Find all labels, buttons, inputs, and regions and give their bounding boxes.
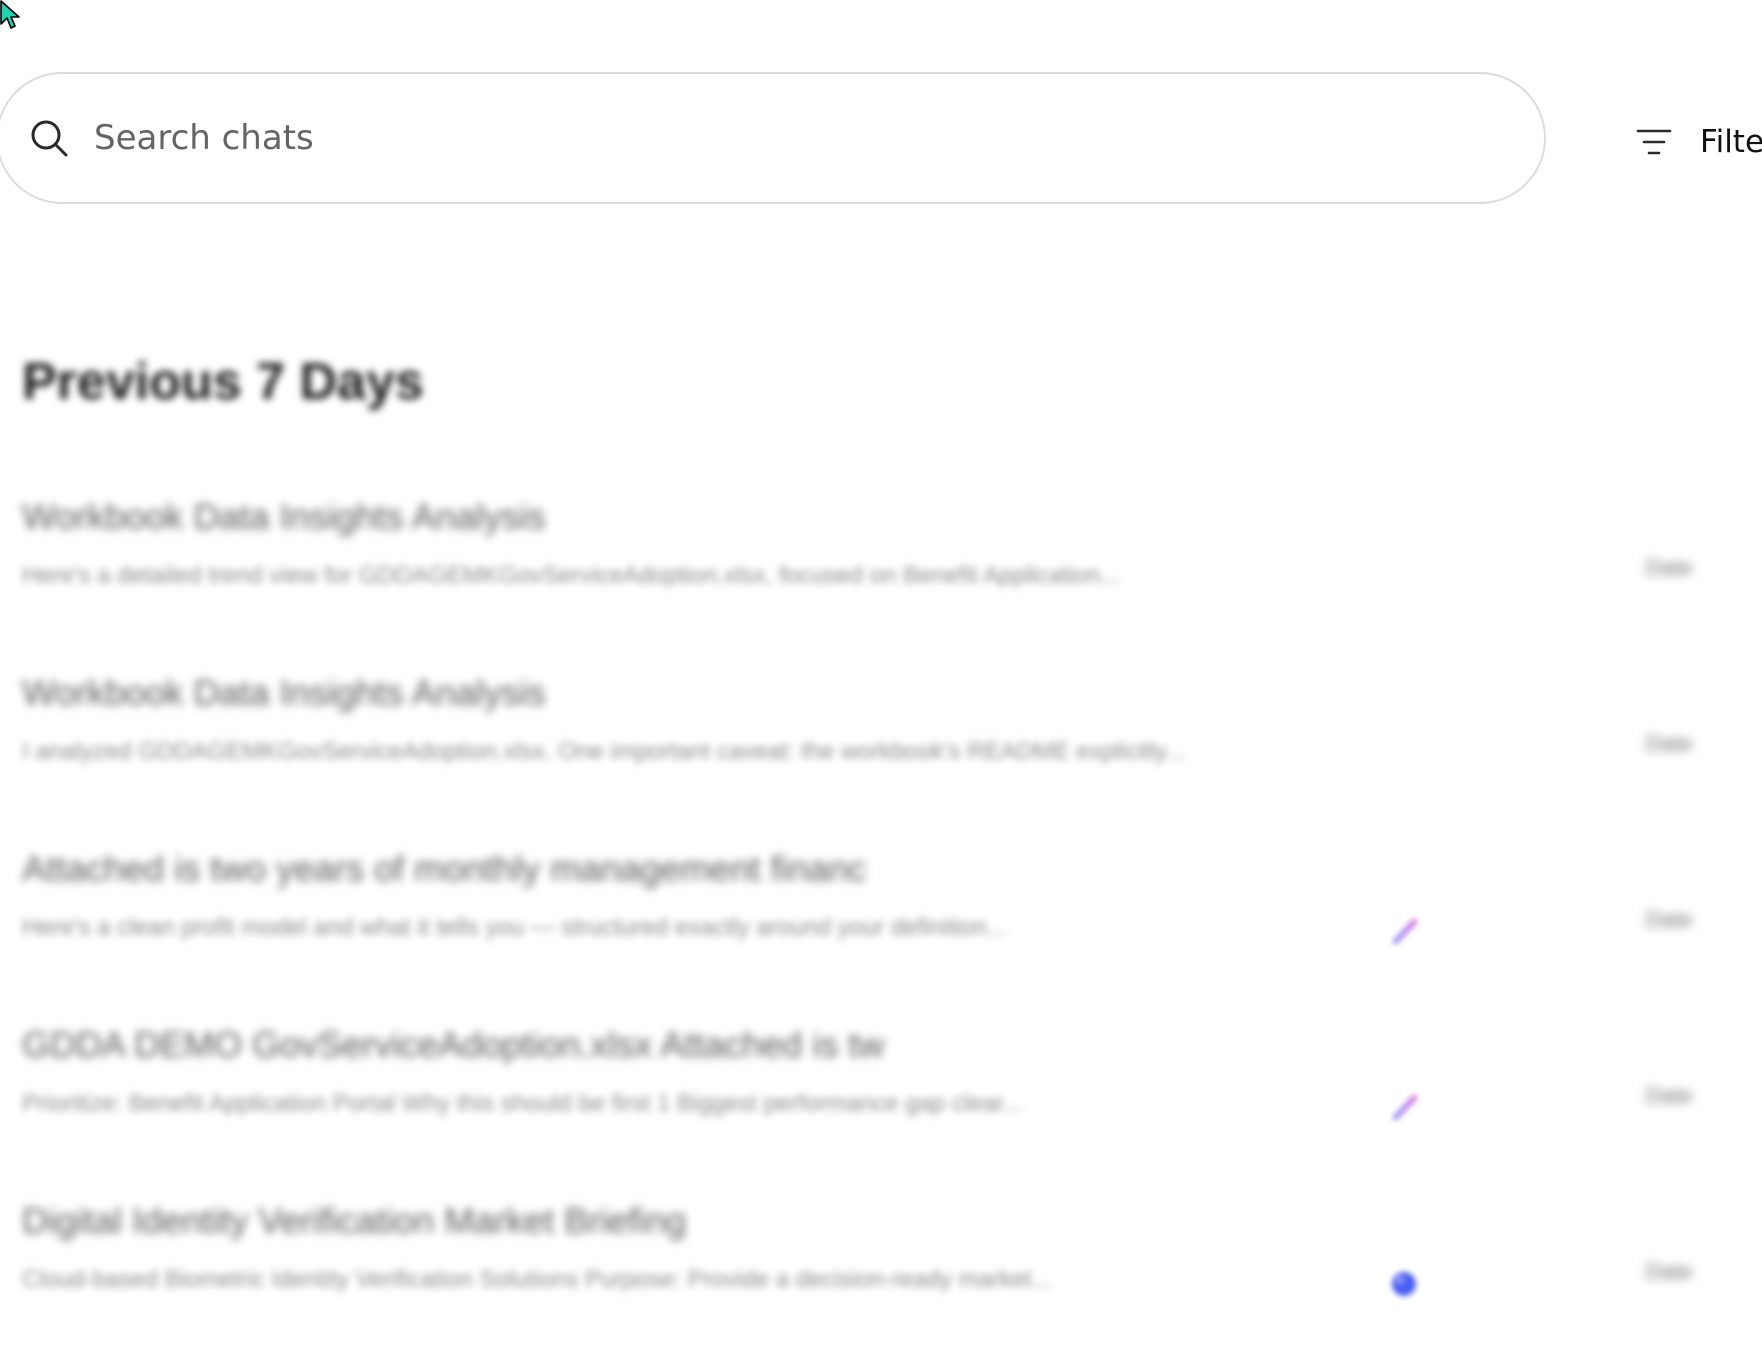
chat-list: Workbook Data Insights Analysis Here's a… bbox=[0, 480, 1762, 1352]
chat-title: Attached is two years of monthly managem… bbox=[22, 848, 867, 889]
chat-title: Workbook Data Insights Analysis bbox=[22, 496, 546, 537]
chat-snippet: Cloud-based Biometric Identity Verificat… bbox=[22, 1266, 1052, 1293]
chat-date: Date bbox=[1645, 731, 1693, 756]
chat-snippet: I analyzed GDDAGEMKGovServiceAdoption.xl… bbox=[22, 738, 1186, 765]
chat-date: Date bbox=[1645, 1083, 1693, 1108]
chat-snippet: Here's a detailed trend view for GDDAGEM… bbox=[22, 562, 1121, 589]
pen-icon bbox=[1392, 1094, 1418, 1120]
chat-item[interactable]: Workbook Data Insights Analysis I analyz… bbox=[0, 656, 1762, 832]
globe-icon bbox=[1392, 1272, 1416, 1296]
filter-label: Filter bbox=[1700, 124, 1762, 160]
chat-date: Date bbox=[1645, 555, 1693, 580]
chat-date: Date bbox=[1645, 1259, 1693, 1284]
chat-title: GDDA DEMO GovServiceAdoption.xlsx Attach… bbox=[22, 1024, 885, 1065]
filter-button[interactable]: Filter bbox=[1636, 112, 1762, 172]
search-bar[interactable] bbox=[0, 72, 1546, 204]
chat-title: Digital Identity Verification Market Bri… bbox=[22, 1200, 687, 1241]
search-icon bbox=[31, 120, 68, 157]
chat-date: Date bbox=[1645, 907, 1693, 932]
chat-history-page: Filter Previous 7 Days Workbook Data Ins… bbox=[0, 0, 1762, 1352]
search-input[interactable] bbox=[94, 108, 1494, 168]
mouse-cursor-icon bbox=[0, 0, 20, 29]
chat-item[interactable]: Workbook Data Insights Analysis Here's a… bbox=[0, 480, 1762, 656]
chat-snippet: Here's a clean profit model and what it … bbox=[22, 914, 1008, 941]
chat-item[interactable]: Digital Identity Verification Market Bri… bbox=[0, 1184, 1762, 1352]
chat-item[interactable]: Attached is two years of monthly managem… bbox=[0, 832, 1762, 1008]
section-title: Previous 7 Days bbox=[22, 353, 424, 411]
chat-item[interactable]: GDDA DEMO GovServiceAdoption.xlsx Attach… bbox=[0, 1008, 1762, 1184]
chat-snippet: Prioritize: Benefit Application Portal W… bbox=[22, 1090, 1023, 1117]
filter-icon bbox=[1636, 129, 1672, 155]
pen-icon bbox=[1392, 918, 1418, 944]
chat-title: Workbook Data Insights Analysis bbox=[22, 672, 546, 713]
